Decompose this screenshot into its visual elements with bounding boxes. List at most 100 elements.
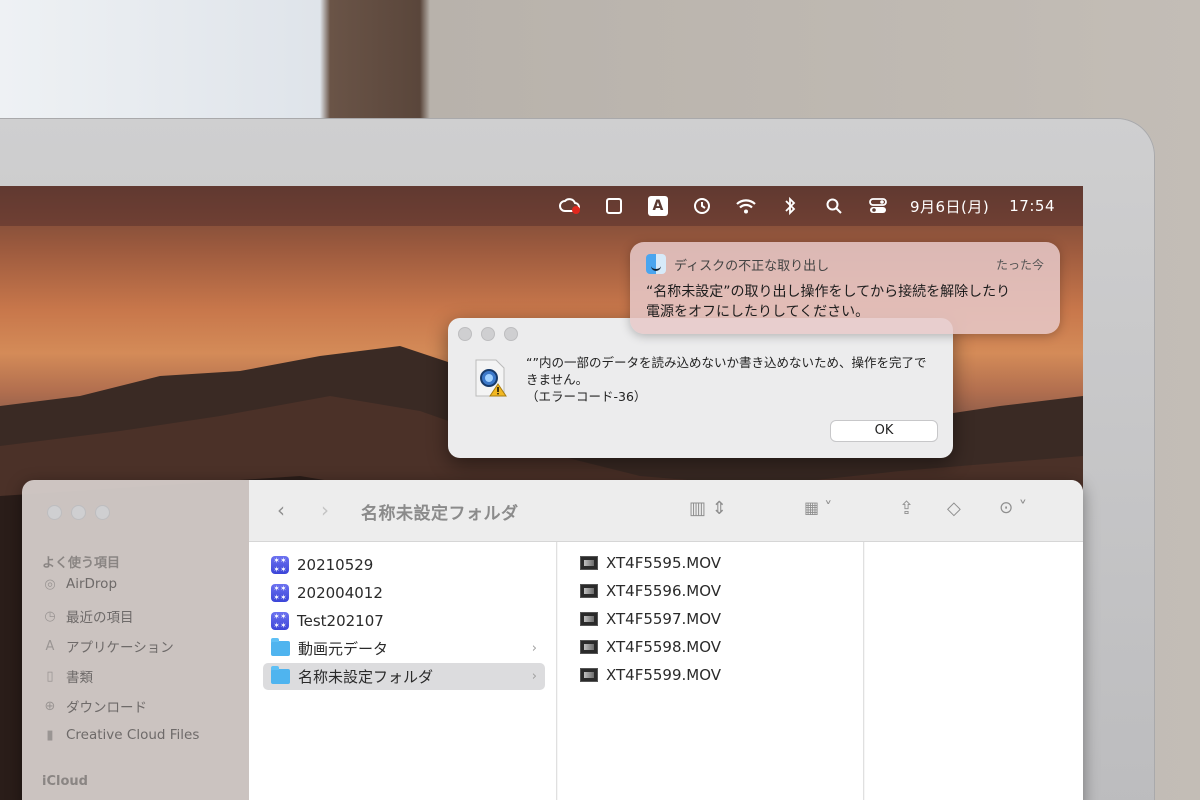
finder-window-controls [47,505,110,520]
group-icon[interactable]: ▦ ˅ [804,498,832,517]
item-label: XT4F5597.MOV [606,609,722,628]
sidebar-heading-icloud: iCloud [42,774,88,789]
notification-title: ディスクの不正な取り出し [674,258,830,274]
file-icon: ▮ [46,727,54,743]
finder-main: ‹ › 名称未設定フォルダ ▥ ⇕ ▦ ˅ ⇪ ◇ ⊙ ˅ ✶✶ ✶✶ 20210… [249,480,1083,800]
chevron-right-icon: › [531,641,537,656]
sidebar-item-downloads[interactable]: ⊕ ダウンロード [42,696,147,717]
error-alert-dialog: “”内の一部のデータを読み込めないか書き込めないため、操作を完了で きません。 … [448,318,953,458]
list-item[interactable]: XT4F5596.MOV [572,577,854,604]
menu-bar: A 9月6日(月) 17:54 [0,186,1083,226]
finder-window: よく使う項目 ◎ AirDrop ◷ 最近の項目 A アプリケーション ▯ 書類… [22,480,1083,800]
creative-cloud-icon[interactable] [558,194,582,218]
list-item[interactable]: ✶✶ ✶✶ 20210529 [263,551,545,578]
sidebar-item-creative-cloud[interactable]: ▮ Creative Cloud Files [42,727,199,743]
list-item[interactable]: XT4F5598.MOV [572,633,854,660]
sidebar-item-label: AirDrop [66,576,118,592]
finder-close-button[interactable] [47,505,62,520]
notification-body-line1: “名称未設定”の取り出し操作をしてから接続を解除したり [646,284,1011,300]
folder-icon [271,666,290,684]
finder-icon [646,254,666,274]
ok-button[interactable]: OK [830,420,938,442]
notification-body: “名称未設定”の取り出し操作をしてから接続を解除したり 電源をオフにしたりしてく… [646,282,1044,322]
item-label: 20210529 [297,555,374,574]
app-icon: ✶✶ ✶✶ [271,611,289,630]
list-item[interactable]: XT4F5597.MOV [572,605,854,632]
time-machine-icon[interactable] [690,194,714,218]
movie-file-icon [580,555,598,570]
download-icon: ⊕ [44,698,56,714]
finder-column-2: XT4F5595.MOV XT4F5596.MOV XT4F5597.MOV X… [558,542,864,800]
finder-minimize-button[interactable] [71,505,86,520]
clock-icon: ◷ [44,608,56,624]
movie-file-icon [580,639,598,654]
finder-column-3 [865,542,1083,800]
control-center-icon[interactable] [866,194,890,218]
item-label: 動画元データ [298,640,389,658]
list-item[interactable]: ✶✶ ✶✶ Test202107 [263,607,545,634]
item-label: Test202107 [297,611,384,630]
notification-body-line2: 電源をオフにしたりしてください。 [646,304,870,320]
finder-toolbar: ‹ › 名称未設定フォルダ ▥ ⇕ ▦ ˅ ⇪ ◇ ⊙ ˅ [249,480,1083,542]
sidebar-item-documents[interactable]: ▯ 書類 [42,666,93,687]
finder-zoom-button[interactable] [95,505,110,520]
more-options-icon[interactable]: ⊙ ˅ [999,498,1027,518]
list-item[interactable]: XT4F5595.MOV [572,549,854,576]
share-icon[interactable]: ⇪ [899,498,914,519]
list-item[interactable]: XT4F5599.MOV [572,661,854,688]
movie-file-icon [580,611,598,626]
finder-column-1: ✶✶ ✶✶ 20210529 ✶✶ ✶✶ 202004012 ✶✶ ✶✶ Test20… [249,542,557,800]
list-item[interactable]: 動画元データ › [263,635,545,662]
spotlight-search-icon[interactable] [822,194,846,218]
item-label: 202004012 [297,583,383,602]
column-view-icon[interactable]: ▥ ⇕ [689,498,727,519]
menubar-time[interactable]: 17:54 [1009,197,1055,215]
back-chevron-icon[interactable]: ‹ [277,498,285,522]
minimize-button[interactable] [481,327,495,341]
list-item[interactable]: ✶✶ ✶✶ 202004012 [263,579,545,606]
sidebar-item-label: Creative Cloud Files [66,727,200,743]
finder-sidebar: よく使う項目 ◎ AirDrop ◷ 最近の項目 A アプリケーション ▯ 書類… [22,480,249,800]
sidebar-item-label: アプリケーション [66,640,174,656]
forward-chevron-icon[interactable]: › [321,498,329,522]
window-title: 名称未設定フォルダ [361,504,519,524]
sidebar-heading-favorites: よく使う項目 [42,556,121,571]
input-source-icon[interactable]: A [646,194,670,218]
input-source-badge: A [647,196,668,216]
sidebar-item-label: 書類 [66,670,93,686]
zoom-button[interactable] [504,327,518,341]
alert-message-line1: “”内の一部のデータを読み込めないか書き込めないため、操作を完了で [526,355,927,370]
sidebar-item-airdrop[interactable]: ◎ AirDrop [42,576,117,592]
alert-message-line2: きません。 [526,372,589,387]
app-icon: ✶✶ ✶✶ [271,583,289,602]
chevron-right-icon: › [531,669,537,684]
sidebar-item-label: 最近の項目 [66,610,134,626]
item-label: XT4F5599.MOV [606,665,722,684]
notification-time: たった今 [995,257,1044,272]
alert-error-code: （エラーコード-36） [526,389,647,404]
app-icon: ✶✶ ✶✶ [271,555,289,574]
movie-file-icon [580,583,598,598]
bluetooth-icon[interactable] [778,194,802,218]
close-button[interactable] [458,327,472,341]
screen-mirror-icon[interactable] [602,194,626,218]
list-item-selected[interactable]: 名称未設定フォルダ › [263,663,545,690]
movie-file-icon [580,667,598,682]
tag-icon[interactable]: ◇ [947,498,961,519]
sidebar-item-label: ダウンロード [66,700,147,716]
wifi-icon[interactable] [734,194,758,218]
applications-icon: A [45,638,55,654]
airdrop-icon: ◎ [44,576,56,592]
folder-icon [271,638,290,656]
window-controls [458,327,518,341]
item-label: XT4F5598.MOV [606,637,722,656]
item-label: XT4F5595.MOV [606,553,722,572]
sidebar-item-applications[interactable]: A アプリケーション [42,636,174,657]
notification-banner[interactable]: ディスクの不正な取り出し たった今 “名称未設定”の取り出し操作をしてから接続を… [630,242,1060,334]
item-label: XT4F5596.MOV [606,581,722,600]
item-label: 名称未設定フォルダ [298,668,434,686]
sidebar-item-recents[interactable]: ◷ 最近の項目 [42,606,134,627]
alert-message: “”内の一部のデータを読み込めないか書き込めないため、操作を完了で きません。 … [526,354,936,405]
quicktime-warning-icon [475,359,507,397]
menubar-date[interactable]: 9月6日(月) [910,196,989,217]
